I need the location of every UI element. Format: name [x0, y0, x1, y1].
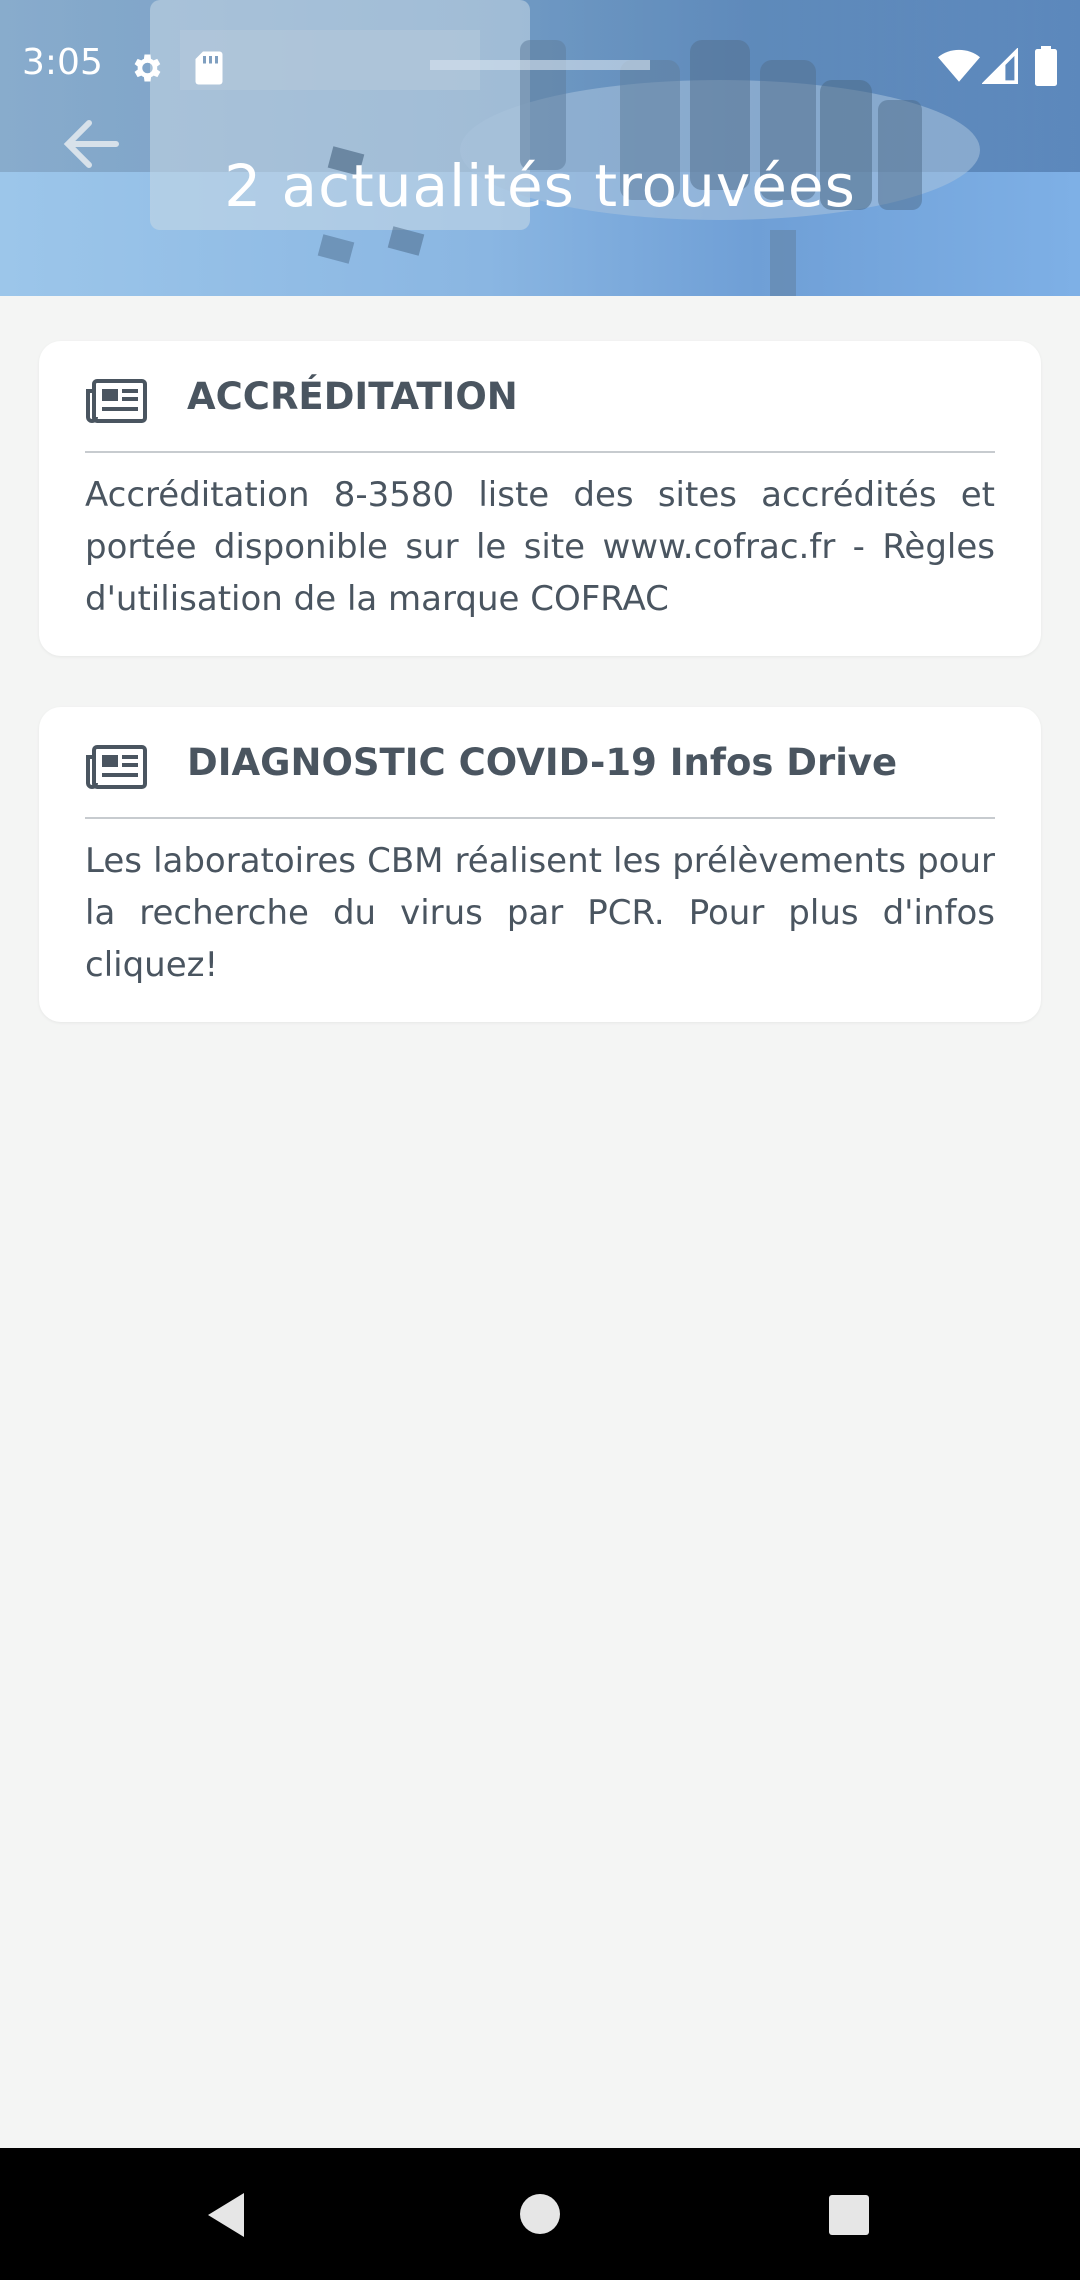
- system-navigation-bar: [0, 2148, 1080, 2280]
- cellular-signal-icon: [982, 48, 1018, 84]
- sd-card-icon: [195, 51, 223, 85]
- status-time: 3:05: [22, 42, 103, 83]
- newspaper-icon: [86, 379, 147, 423]
- news-text: Accréditation 8-3580 liste des sites acc…: [85, 475, 995, 619]
- wifi-icon: [938, 49, 980, 82]
- settings-gear-icon: [134, 54, 161, 82]
- home-circle-icon[interactable]: [518, 2192, 562, 2236]
- page-title: 2 actualités trouvées: [224, 152, 856, 220]
- news-title: DIAGNOSTIC COVID-19 Infos Drive: [187, 741, 898, 784]
- news-card-covid-diagnostic[interactable]: DIAGNOSTIC COVID-19 Infos Drive Les labo…: [39, 707, 1041, 1022]
- divider: [85, 451, 995, 453]
- news-title: ACCRÉDITATION: [187, 375, 518, 418]
- newspaper-icon: [86, 745, 147, 789]
- divider: [85, 817, 995, 819]
- status-bar: 3:05: [0, 0, 1080, 136]
- back-triangle-icon[interactable]: [204, 2191, 248, 2239]
- news-card-accreditation[interactable]: ACCRÉDITATION Accréditation 8-3580 liste…: [39, 341, 1041, 656]
- recents-square-icon[interactable]: [828, 2194, 870, 2236]
- battery-icon: [1035, 46, 1057, 86]
- news-text: Les laboratoires CBM réalisent les prélè…: [85, 841, 995, 985]
- screen: 3:05 2 actualités trouvées ACCRÉDITATION…: [0, 0, 1080, 2280]
